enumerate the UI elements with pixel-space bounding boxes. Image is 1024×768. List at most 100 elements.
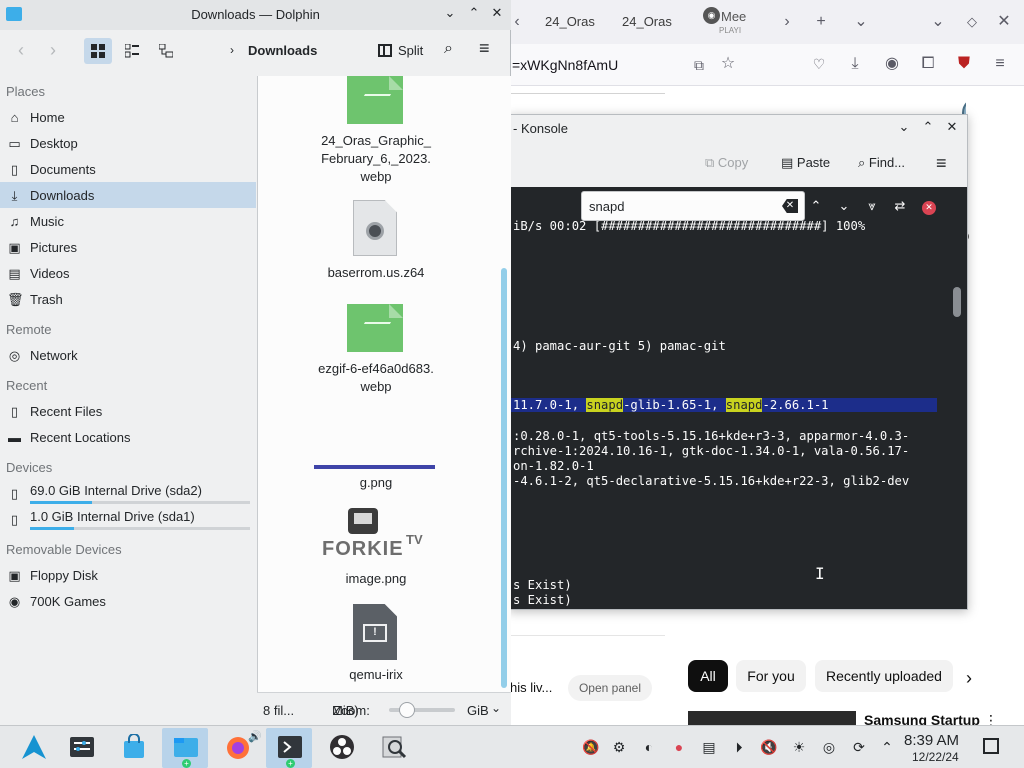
places-item-700k-games[interactable]: ◉ 700K Games (0, 588, 256, 614)
network-icon[interactable]: ◎ (820, 738, 838, 756)
task-obs[interactable] (318, 728, 364, 768)
file-item[interactable]: image.png (258, 570, 494, 590)
konsole-menu-icon[interactable]: ≡ (936, 153, 947, 174)
places-item-music[interactable]: ♫ Music (0, 208, 256, 234)
tab-list-icon[interactable]: ⌄ (850, 12, 872, 32)
terminal-scrollbar[interactable] (953, 287, 961, 317)
browser-close-icon[interactable]: ✕ (993, 12, 1015, 32)
places-item-home[interactable]: ⌂ Home (0, 104, 256, 130)
places-item-recent-locations[interactable]: ▬ Recent Locations (0, 424, 256, 450)
chip-recently-uploaded[interactable]: Recently uploaded (815, 660, 953, 692)
zoom-slider-knob[interactable] (399, 702, 415, 718)
updates-icon[interactable]: ⟳ (850, 738, 868, 756)
details-view-button[interactable] (152, 38, 180, 64)
dolphin-maximize-icon[interactable]: ⌃ (465, 5, 483, 21)
ublock-icon[interactable]: ⛊ (953, 54, 975, 74)
connect-icon[interactable]: ⚙ (610, 738, 628, 756)
konsole-minimize-icon[interactable]: ⌄ (895, 119, 913, 135)
file-item[interactable]: g.png (258, 456, 494, 492)
chips-next-icon[interactable]: › (966, 668, 972, 689)
browser-menu-icon[interactable]: ≡ (989, 54, 1011, 74)
application-launcher[interactable] (10, 728, 56, 768)
file-view[interactable]: 24_Oras_Graphic_ February_6,_2023. webp … (257, 76, 511, 692)
browser-tab-2[interactable]: 24_Oras (622, 14, 672, 29)
dolphin-minimize-icon[interactable]: ⌄ (441, 5, 459, 21)
find-button[interactable]: ⌕ Find... (858, 155, 905, 171)
find-input[interactable]: snapd (589, 199, 624, 214)
file-item[interactable]: 24_Oras_Graphic_ February_6,_2023. webp (258, 76, 494, 188)
free-space-text[interactable]: GiB (467, 703, 489, 718)
account-icon[interactable]: ◉ (881, 54, 903, 74)
task-konsole[interactable]: + (266, 728, 312, 768)
places-item-downloads[interactable]: ⤓ Downloads (0, 182, 256, 208)
breadcrumb-arrow-icon[interactable]: › (230, 43, 234, 57)
task-firefox[interactable]: 🔊 (214, 728, 262, 768)
compact-view-button[interactable] (118, 38, 146, 64)
bookmark-star-icon[interactable]: ☆ (717, 54, 739, 74)
close-find-icon[interactable]: ✕ (922, 201, 936, 215)
task-system-settings[interactable] (58, 728, 104, 768)
dolphin-close-icon[interactable]: ✕ (488, 5, 506, 21)
pocket-icon[interactable]: ♡ (808, 54, 830, 74)
downloads-icon[interactable]: ⤓ (844, 54, 866, 74)
extensions-icon[interactable]: ⧠ (917, 54, 939, 74)
terminal-area[interactable]: iB/s 00:02 [############################… (509, 187, 967, 609)
icons-view-button[interactable] (84, 38, 112, 64)
volume-muted-icon[interactable]: 🔇 (760, 738, 778, 756)
scrollbar-thumb[interactable] (501, 268, 507, 688)
search-icon[interactable]: ⌕ (444, 40, 453, 58)
notifications-off-icon[interactable]: 🔕 (582, 738, 600, 756)
new-tab-icon[interactable]: + (810, 12, 832, 32)
file-item[interactable]: baserrom.us.z64 (258, 200, 494, 284)
media-play-icon[interactable]: ⏵ (730, 738, 748, 756)
copy-button[interactable]: ⧉ Copy (705, 155, 748, 171)
breadcrumb[interactable]: Downloads (248, 43, 317, 58)
clipboard-icon[interactable]: ▤ (700, 738, 718, 756)
find-next-icon[interactable]: ⌄ (835, 199, 853, 214)
places-item-floppy-disk[interactable]: ▣ Floppy Disk (0, 562, 256, 588)
places-item-trash[interactable]: 🗑 Trash (0, 286, 256, 312)
find-all-icon[interactable]: ⩔ (863, 199, 881, 214)
task-image-viewer[interactable] (370, 728, 416, 768)
reader-view-icon[interactable]: ⧉ (688, 55, 710, 75)
places-item-desktop[interactable]: ▭ Desktop (0, 130, 256, 156)
record-icon[interactable]: ● (670, 738, 688, 756)
places-item-network[interactable]: ◎ Network (0, 342, 256, 368)
open-panel-button[interactable]: Open panel (568, 675, 652, 701)
browser-maximize-icon[interactable]: ◇ (961, 12, 983, 32)
clock-date[interactable]: 12/22/24 (912, 750, 959, 764)
clock-time[interactable]: 8:39 AM (904, 732, 959, 749)
places-item-recent-files[interactable]: ▯ Recent Files (0, 398, 256, 424)
show-desktop-icon[interactable] (983, 738, 999, 754)
split-button[interactable]: Split (378, 43, 423, 58)
task-discover[interactable] (110, 728, 156, 768)
chevron-down-icon[interactable]: ⌄ (491, 701, 501, 715)
hamburger-menu-icon[interactable]: ≡ (479, 38, 490, 59)
places-item-documents[interactable]: ▯ Documents (0, 156, 256, 182)
paste-button[interactable]: ▤ Paste (781, 155, 830, 171)
zoom-slider[interactable] (389, 702, 455, 718)
video-thumbnail[interactable] (688, 711, 856, 725)
find-options-icon[interactable]: ⇄ (891, 199, 909, 214)
obs-tray-icon[interactable]: ◐ (640, 738, 658, 756)
places-item-drive-sda2[interactable]: ▯ 69.0 GiB Internal Drive (sda2) (0, 480, 256, 506)
chevron-up-icon[interactable]: ⌃ (878, 738, 896, 756)
find-previous-icon[interactable]: ⌃ (807, 199, 825, 214)
file-item[interactable]: ! qemu-irix (258, 604, 494, 688)
chip-all[interactable]: All (688, 660, 728, 692)
file-item[interactable]: ezgif-6-ef46a0d683. webp (258, 304, 494, 398)
chip-for-you[interactable]: For you (736, 660, 806, 692)
browser-tab-1[interactable]: 24_Oras (545, 14, 595, 29)
url-bar[interactable]: =xWKgNn8fAmU (512, 57, 618, 73)
tab-scroll-right-icon[interactable]: › (776, 12, 798, 32)
places-item-videos[interactable]: ▤ Videos (0, 260, 256, 286)
konsole-maximize-icon[interactable]: ⌃ (919, 119, 937, 135)
brightness-icon[interactable]: ☀ (790, 738, 808, 756)
find-bar[interactable]: snapd ✕ (581, 191, 805, 221)
back-icon[interactable]: ‹ (18, 40, 24, 61)
places-item-pictures[interactable]: ▣ Pictures (0, 234, 256, 260)
browser-minimize-icon[interactable]: ⌄ (927, 12, 949, 32)
task-dolphin[interactable]: + (162, 728, 208, 768)
clear-text-icon[interactable]: ✕ (782, 199, 798, 213)
browser-tab-media[interactable]: ◉ Mee PLAYI (697, 7, 755, 39)
